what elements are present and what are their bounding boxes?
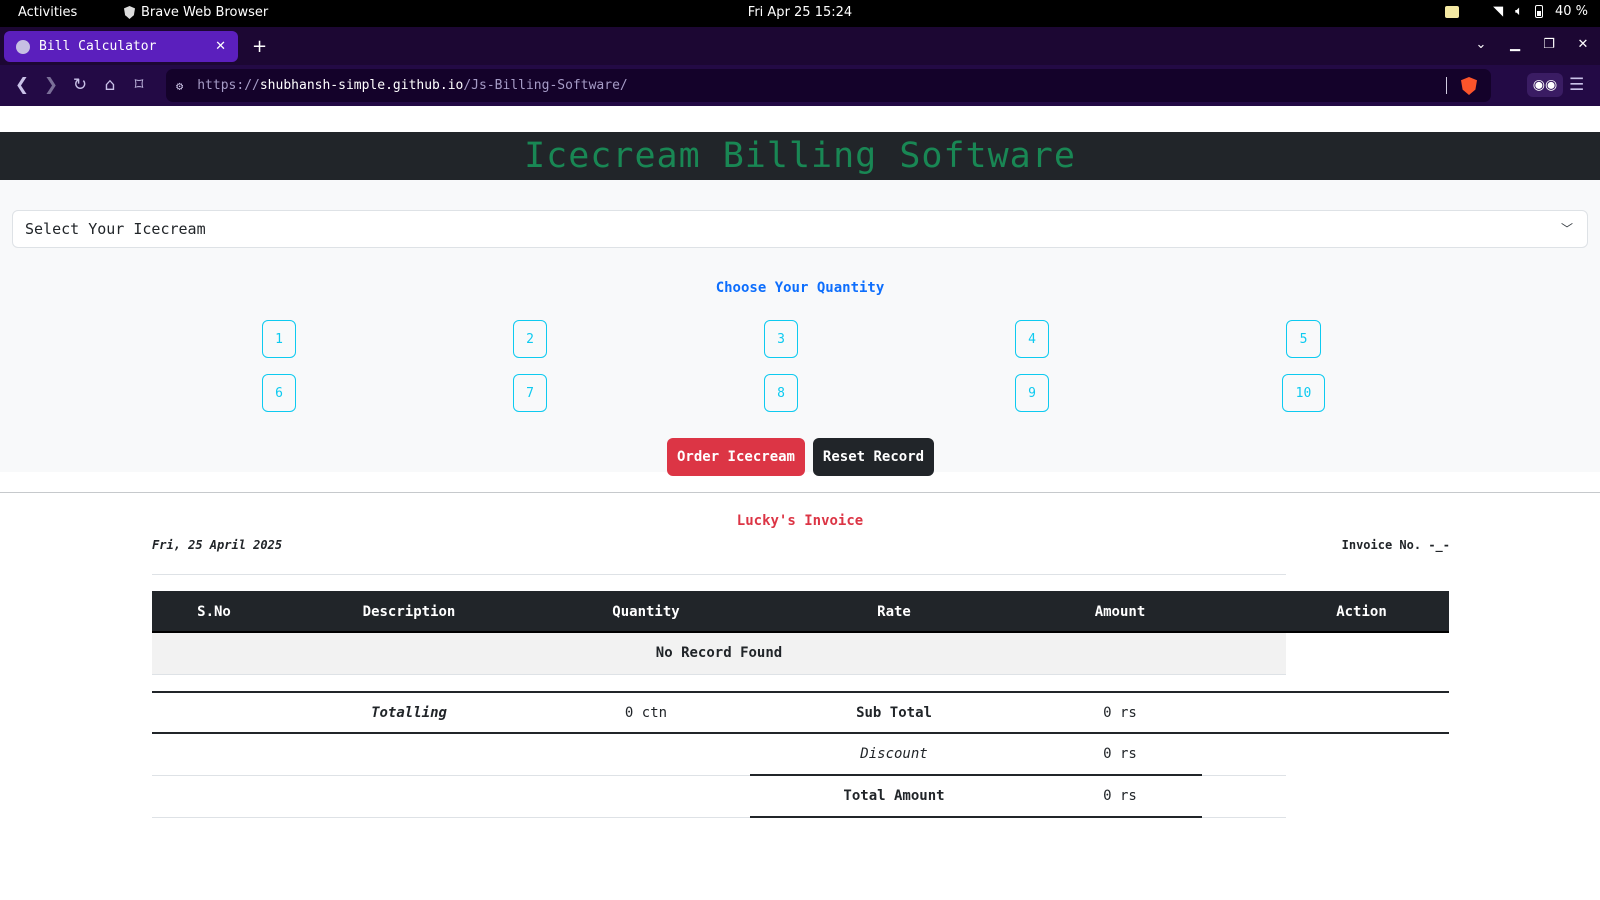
bookmark-icon[interactable]: ⌑ bbox=[129, 75, 149, 95]
address-bar[interactable]: ⚙ https://shubhansh-simple.github.io/Js-… bbox=[166, 69, 1491, 102]
section-divider bbox=[0, 492, 1600, 493]
invoice-date: Fri, 25 April 2025 bbox=[152, 538, 283, 552]
title-banner: Icecream Billing Software bbox=[0, 132, 1600, 180]
subtotal-label: Sub Total bbox=[856, 705, 932, 721]
quantity-button-7[interactable]: 7 bbox=[513, 374, 547, 412]
battery-icon bbox=[1534, 5, 1543, 18]
order-section: Select Your Icecream ﹀ Choose Your Quant… bbox=[0, 180, 1600, 472]
tab-list-chevron-icon[interactable]: ⌄ bbox=[1474, 37, 1488, 52]
empty-record-row: No Record Found bbox=[152, 633, 1286, 675]
navigation-bar: ❮ ❯ ↻ ⌂ ⌑ ⚙ https://shubhansh-simple.git… bbox=[0, 65, 1600, 106]
reload-icon[interactable]: ↻ bbox=[70, 75, 90, 95]
column-header-action: Action bbox=[1336, 604, 1387, 620]
total-quantity: 0 ctn bbox=[624, 705, 668, 721]
clock[interactable]: Fri Apr 25 15:24 bbox=[0, 5, 1600, 20]
restore-icon[interactable]: ❐ bbox=[1542, 37, 1556, 52]
tab-bill-calculator[interactable]: Bill Calculator ✕ bbox=[4, 31, 238, 62]
volume-icon: 🔈︎ bbox=[1515, 4, 1523, 19]
column-header-rate: Rate bbox=[877, 604, 911, 620]
hamburger-menu-icon[interactable]: ☰ bbox=[1569, 75, 1584, 95]
page-content: Icecream Billing Software Select Your Ic… bbox=[0, 106, 1600, 900]
total-amount-label: Total Amount bbox=[843, 788, 945, 804]
chevron-down-icon: ﹀ bbox=[1560, 222, 1573, 236]
quantity-button-5[interactable]: 5 bbox=[1286, 320, 1321, 358]
system-top-bar: Activities Brave Web Browser Fri Apr 25 … bbox=[0, 0, 1600, 27]
quantity-button-8[interactable]: 8 bbox=[764, 374, 798, 412]
quantity-button-9[interactable]: 9 bbox=[1015, 374, 1049, 412]
page-title: Icecream Billing Software bbox=[524, 136, 1076, 176]
discount-row: Discount 0 rs bbox=[152, 734, 1286, 776]
wifi-icon: ◥ bbox=[1493, 4, 1504, 19]
minimize-icon[interactable]: ▁ bbox=[1508, 37, 1522, 52]
url-path: /Js-Billing-Software/ bbox=[463, 78, 628, 93]
url-scheme: https:// bbox=[197, 78, 260, 93]
discount-label: Discount bbox=[860, 746, 928, 762]
reset-record-button[interactable]: Reset Record bbox=[813, 438, 934, 476]
invoice-title: Lucky's Invoice bbox=[736, 513, 864, 529]
tab-title: Bill Calculator bbox=[39, 39, 157, 54]
subtotal-value: 0 rs bbox=[1103, 705, 1137, 721]
quantity-heading: Choose Your Quantity bbox=[715, 280, 885, 296]
quantity-button-4[interactable]: 4 bbox=[1015, 320, 1049, 358]
invoice-divider bbox=[152, 574, 1286, 575]
site-info-icon[interactable]: ⚙ bbox=[176, 79, 183, 93]
totals-row: Totalling 0 ctn Sub Total 0 rs bbox=[152, 691, 1449, 734]
close-window-icon[interactable]: ✕ bbox=[1576, 37, 1590, 52]
quantity-button-2[interactable]: 2 bbox=[513, 320, 547, 358]
tab-strip: Bill Calculator ✕ + ⌄ ▁ ❐ ✕ bbox=[0, 27, 1600, 65]
invoice-table: S.No Description Quantity Rate Amount Ac… bbox=[152, 591, 1449, 818]
brave-shields-icon[interactable] bbox=[1461, 77, 1477, 95]
total-amount-row: Total Amount 0 rs bbox=[152, 776, 1286, 818]
address-bar-divider bbox=[1446, 77, 1447, 94]
quantity-button-3[interactable]: 3 bbox=[764, 320, 798, 358]
system-tray[interactable]: ◥ 🔈︎ 40 % bbox=[1445, 4, 1588, 19]
total-amount-value: 0 rs bbox=[1103, 788, 1137, 804]
sticky-note-icon[interactable] bbox=[1445, 5, 1460, 18]
column-header-amount: Amount bbox=[1094, 604, 1146, 620]
table-header: S.No Description Quantity Rate Amount Ac… bbox=[152, 591, 1449, 633]
quantity-button-10[interactable]: 10 bbox=[1282, 374, 1325, 412]
battery-percent: 40 % bbox=[1554, 4, 1588, 19]
order-icecream-button[interactable]: Order Icecream bbox=[667, 438, 805, 476]
column-header-sno: S.No bbox=[197, 604, 231, 620]
quantity-button-1[interactable]: 1 bbox=[262, 320, 296, 358]
close-tab-icon[interactable]: ✕ bbox=[215, 39, 226, 54]
forward-icon[interactable]: ❯ bbox=[41, 75, 61, 95]
discount-value: 0 rs bbox=[1103, 746, 1137, 762]
total-underline bbox=[750, 816, 1202, 818]
icecream-select[interactable]: Select Your Icecream ﹀ bbox=[12, 210, 1588, 248]
back-icon[interactable]: ❮ bbox=[12, 75, 32, 95]
url-host: shubhansh-simple.github.io bbox=[259, 78, 464, 93]
icecream-select-value: Select Your Icecream bbox=[25, 220, 206, 238]
home-icon[interactable]: ⌂ bbox=[100, 75, 120, 95]
invoice-number: Invoice No. -_- bbox=[1341, 538, 1450, 552]
totalling-label: Totalling bbox=[371, 705, 447, 721]
column-header-description: Description bbox=[362, 604, 456, 620]
window-controls: ⌄ ▁ ❐ ✕ bbox=[1474, 37, 1590, 52]
globe-icon bbox=[16, 39, 30, 54]
quantity-button-6[interactable]: 6 bbox=[262, 374, 296, 412]
private-window-glasses-icon[interactable]: ◉◉ bbox=[1527, 73, 1563, 97]
column-header-quantity: Quantity bbox=[612, 604, 680, 620]
new-tab-icon[interactable]: + bbox=[252, 36, 267, 57]
